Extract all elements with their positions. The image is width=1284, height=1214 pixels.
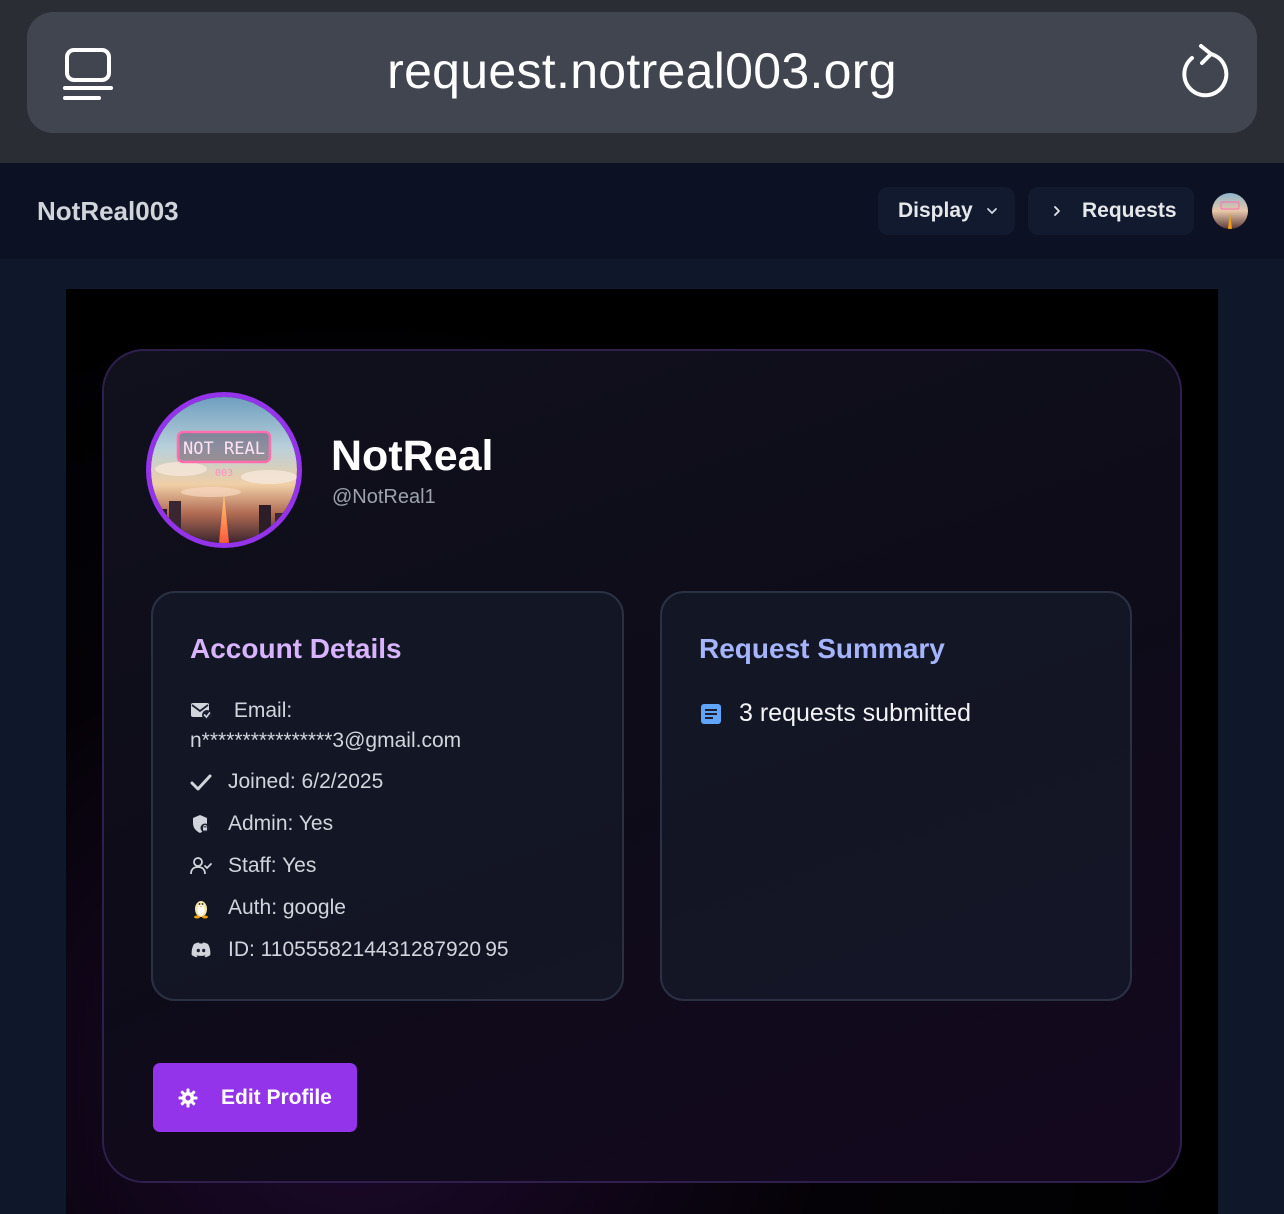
penguin-icon: [194, 901, 208, 919]
edit-profile-button[interactable]: Edit Profile: [153, 1063, 357, 1132]
browser-toolbar: request.notreal003.org: [0, 0, 1284, 163]
check-icon: [190, 774, 212, 791]
profile-name: NotReal: [331, 432, 494, 480]
avatar-image: NOT REAL 003: [151, 397, 297, 543]
admin-detail: Admin: Yes: [190, 809, 333, 839]
request-summary-title: Request Summary: [699, 633, 945, 664]
profile-username: @NotReal1: [332, 486, 436, 508]
reload-icon[interactable]: [1177, 42, 1229, 100]
email-label: Email:: [233, 699, 293, 722]
display-menu-button[interactable]: Display: [878, 187, 1015, 235]
address-bar[interactable]: request.notreal003.org: [27, 12, 1257, 133]
requests-count: 3 requests submitted: [699, 699, 971, 728]
gear-icon: [178, 1088, 198, 1107]
discord-icon: [191, 942, 211, 958]
email-value: n****************3@gmail.com: [190, 729, 462, 752]
mail-check-icon: [191, 703, 212, 720]
account-details-card: Account Details Email: n****************…: [151, 591, 624, 1001]
user-check-icon: [190, 857, 212, 875]
avatar-image: [1212, 193, 1248, 229]
user-avatar[interactable]: [1212, 193, 1248, 229]
chevron-down-icon: [986, 208, 997, 214]
app-navbar: NotReal003 Display Requests: [0, 163, 1284, 259]
document-icon: [701, 703, 721, 724]
account-details-title: Account Details: [190, 633, 402, 664]
avatar-logo-text: NOT REAL: [183, 439, 265, 459]
joined-detail: Joined: 6/2/2025: [190, 767, 383, 797]
requests-count-text: 3 requests submitted: [739, 699, 972, 727]
url-text[interactable]: request.notreal003.org: [27, 42, 1257, 100]
requests-nav-button[interactable]: Requests: [1028, 187, 1194, 235]
shield-lock-icon: [193, 815, 210, 833]
request-summary-card: Request Summary 3 requests submitted: [660, 591, 1132, 1001]
auth-text: Auth: google: [228, 896, 346, 919]
brand-logo[interactable]: NotReal003: [37, 196, 179, 227]
staff-detail: Staff: Yes: [190, 851, 316, 881]
profile-avatar: NOT REAL 003: [146, 392, 302, 548]
joined-text: Joined: 6/2/2025: [228, 770, 384, 793]
avatar-logo-subtext: 003: [215, 468, 233, 479]
admin-text: Admin: Yes: [228, 812, 334, 835]
edit-profile-label: Edit Profile: [221, 1085, 332, 1109]
requests-label: Requests: [1082, 199, 1177, 222]
display-label: Display: [898, 199, 973, 222]
email-detail: Email: n****************3@gmail.com: [190, 695, 610, 756]
staff-text: Staff: Yes: [228, 854, 317, 877]
id-text: ID: 1105558214431287920 95: [228, 938, 509, 961]
auth-detail: Auth: google: [190, 893, 346, 923]
chevron-right-icon: [1054, 206, 1060, 216]
id-detail: ID: 1105558214431287920 95: [190, 935, 509, 965]
